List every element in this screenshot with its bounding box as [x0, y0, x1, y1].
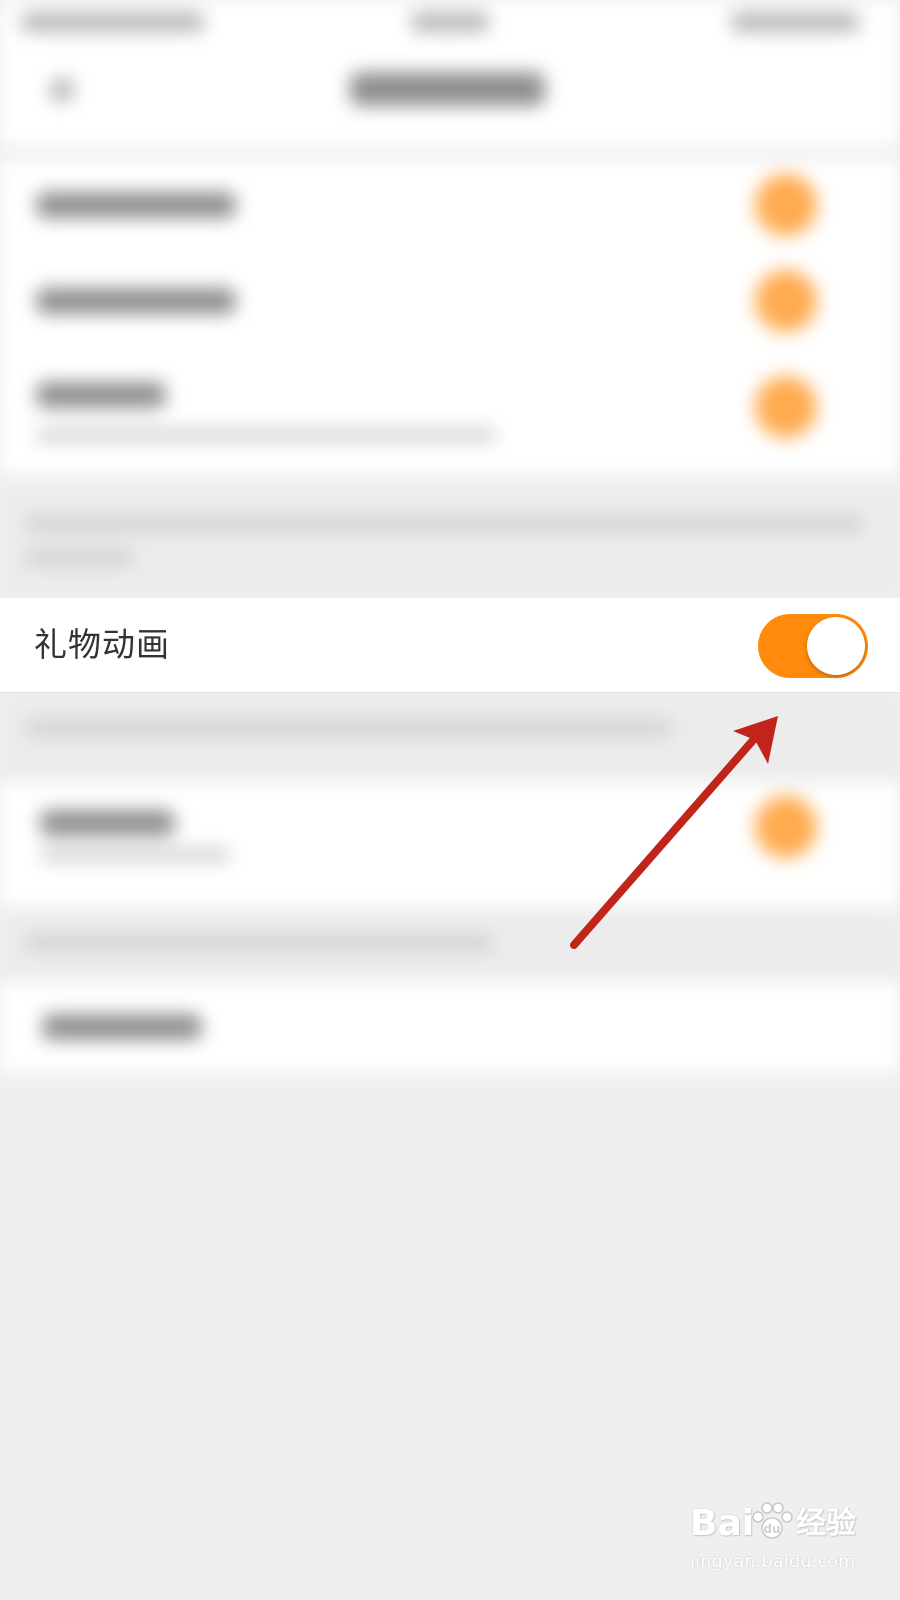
- blurred-nav-bar: [0, 0, 900, 145]
- gift-animation-setting-row: 礼物动画: [0, 598, 900, 692]
- watermark-url: jingyan.baidu.com: [690, 1552, 856, 1572]
- gift-animation-label: 礼物动画: [34, 625, 170, 664]
- blurred-settings-group-1: [0, 160, 900, 475]
- gift-animation-toggle[interactable]: [758, 614, 868, 678]
- blurred-note-3: [0, 907, 900, 982]
- blurred-settings-group-3: [0, 982, 900, 1072]
- blurred-note-2: [0, 692, 900, 782]
- baidu-jingyan-watermark: Baidu du 经验 jingyan.baidu.com: [690, 1500, 890, 1590]
- blurred-background: [0, 0, 900, 1600]
- svg-text:du: du: [763, 1522, 780, 1536]
- paw-icon: du: [752, 1502, 793, 1539]
- blurred-settings-group-2: [0, 782, 900, 907]
- toggle-knob: [807, 617, 865, 675]
- blurred-note-1: [0, 478, 900, 598]
